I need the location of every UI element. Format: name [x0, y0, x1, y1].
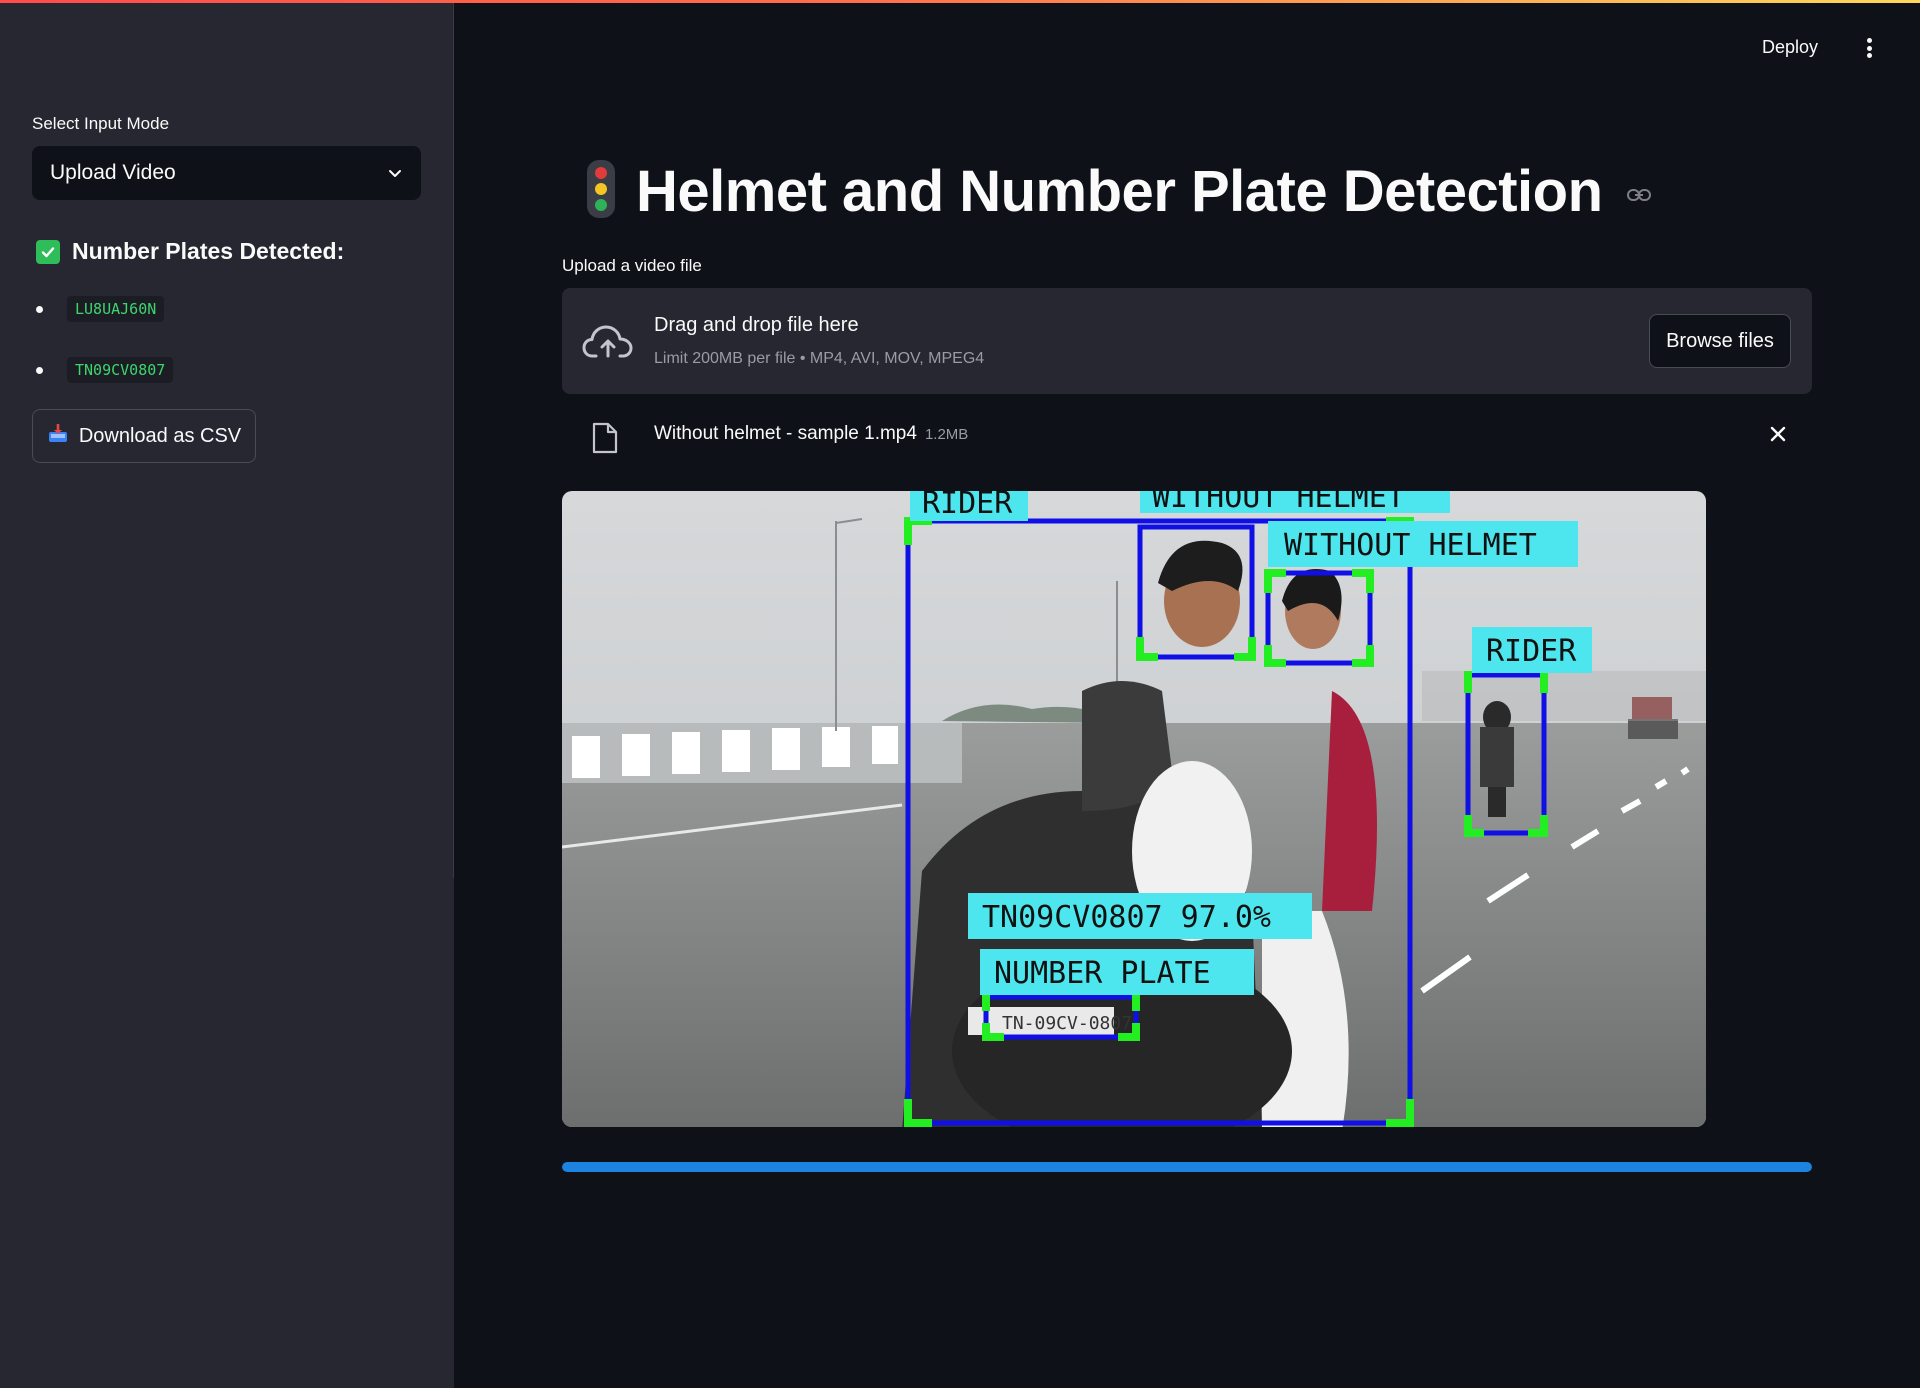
input-mode-label: Select Input Mode [32, 114, 170, 133]
list-item: LU8UAJ60N [36, 296, 165, 322]
download-csv-label: Download as CSV [78, 424, 242, 447]
upload-label: Upload a video file [562, 256, 702, 275]
cloud-upload-icon [582, 322, 634, 365]
progress-bar [562, 1162, 1812, 1172]
sidebar-resize-handle[interactable] [453, 0, 454, 878]
header-decoration [0, 0, 1920, 3]
close-icon[interactable] [1769, 425, 1787, 443]
frame-label-plate-reading: TN09CV0807 97.0% [982, 900, 1271, 935]
check-icon [36, 239, 60, 264]
file-dropzone[interactable]: Drag and drop file here Limit 200MB per … [562, 288, 1812, 394]
uploaded-file-row: Without helmet - sample 1.mp4 1.2MB [562, 410, 1812, 462]
plate-code: TN09CV0807 [67, 357, 174, 383]
plate-text: TN-09CV-0807 [1002, 1013, 1132, 1034]
input-mode-select[interactable]: Upload Video [32, 146, 421, 200]
deploy-button[interactable]: Deploy [1762, 37, 1818, 58]
plates-heading: Number Plates Detected: [36, 238, 344, 265]
main-menu-icon[interactable] [1862, 36, 1876, 60]
bullet [36, 305, 43, 313]
frame-label-without-helmet: WITHOUT HELMET [1152, 491, 1405, 515]
link-icon[interactable] [1626, 188, 1651, 207]
frame-label-rider: RIDER [1486, 634, 1577, 669]
sidebar: Select Input Mode Upload Video Number Pl… [0, 0, 454, 1388]
file-size: 1.2MB [924, 426, 969, 443]
input-mode-value: Upload Video [50, 161, 176, 184]
bullet [36, 366, 43, 374]
browse-files-button[interactable]: Browse files [1649, 314, 1791, 368]
file-name-text: Without helmet - sample 1.mp4 [654, 423, 917, 444]
video-frame: RIDER WITHOUT HELMET WITHOUT HELMET RIDE… [562, 491, 1706, 1127]
frame-label-number-plate: NUMBER PLATE [994, 956, 1211, 991]
inbox-tray-icon [47, 422, 69, 450]
dropzone-title: Drag and drop file here [654, 314, 859, 336]
file-icon [592, 422, 618, 459]
list-item: TN09CV0807 [36, 357, 174, 383]
detection-frame: RIDER WITHOUT HELMET WITHOUT HELMET RIDE… [562, 491, 1706, 1127]
page-title: Helmet and Number Plate Detection [636, 159, 1603, 224]
frame-label-without-helmet: WITHOUT HELMET [1284, 528, 1537, 563]
plate-code: LU8UAJ60N [67, 296, 165, 322]
dropzone-subtitle: Limit 200MB per file • MP4, AVI, MOV, MP… [654, 350, 985, 367]
progress-fill [562, 1162, 1812, 1172]
page-title-row: Helmet and Number Plate Detection [586, 158, 1651, 225]
download-csv-button[interactable]: Download as CSV [32, 409, 256, 463]
uploaded-file-name: Without helmet - sample 1.mp4 1.2MB [654, 423, 968, 445]
traffic-light-icon [586, 159, 616, 224]
chevron-down-icon [387, 165, 403, 181]
frame-label-rider: RIDER [922, 491, 1013, 521]
plates-heading-text: Number Plates Detected: [72, 238, 345, 264]
